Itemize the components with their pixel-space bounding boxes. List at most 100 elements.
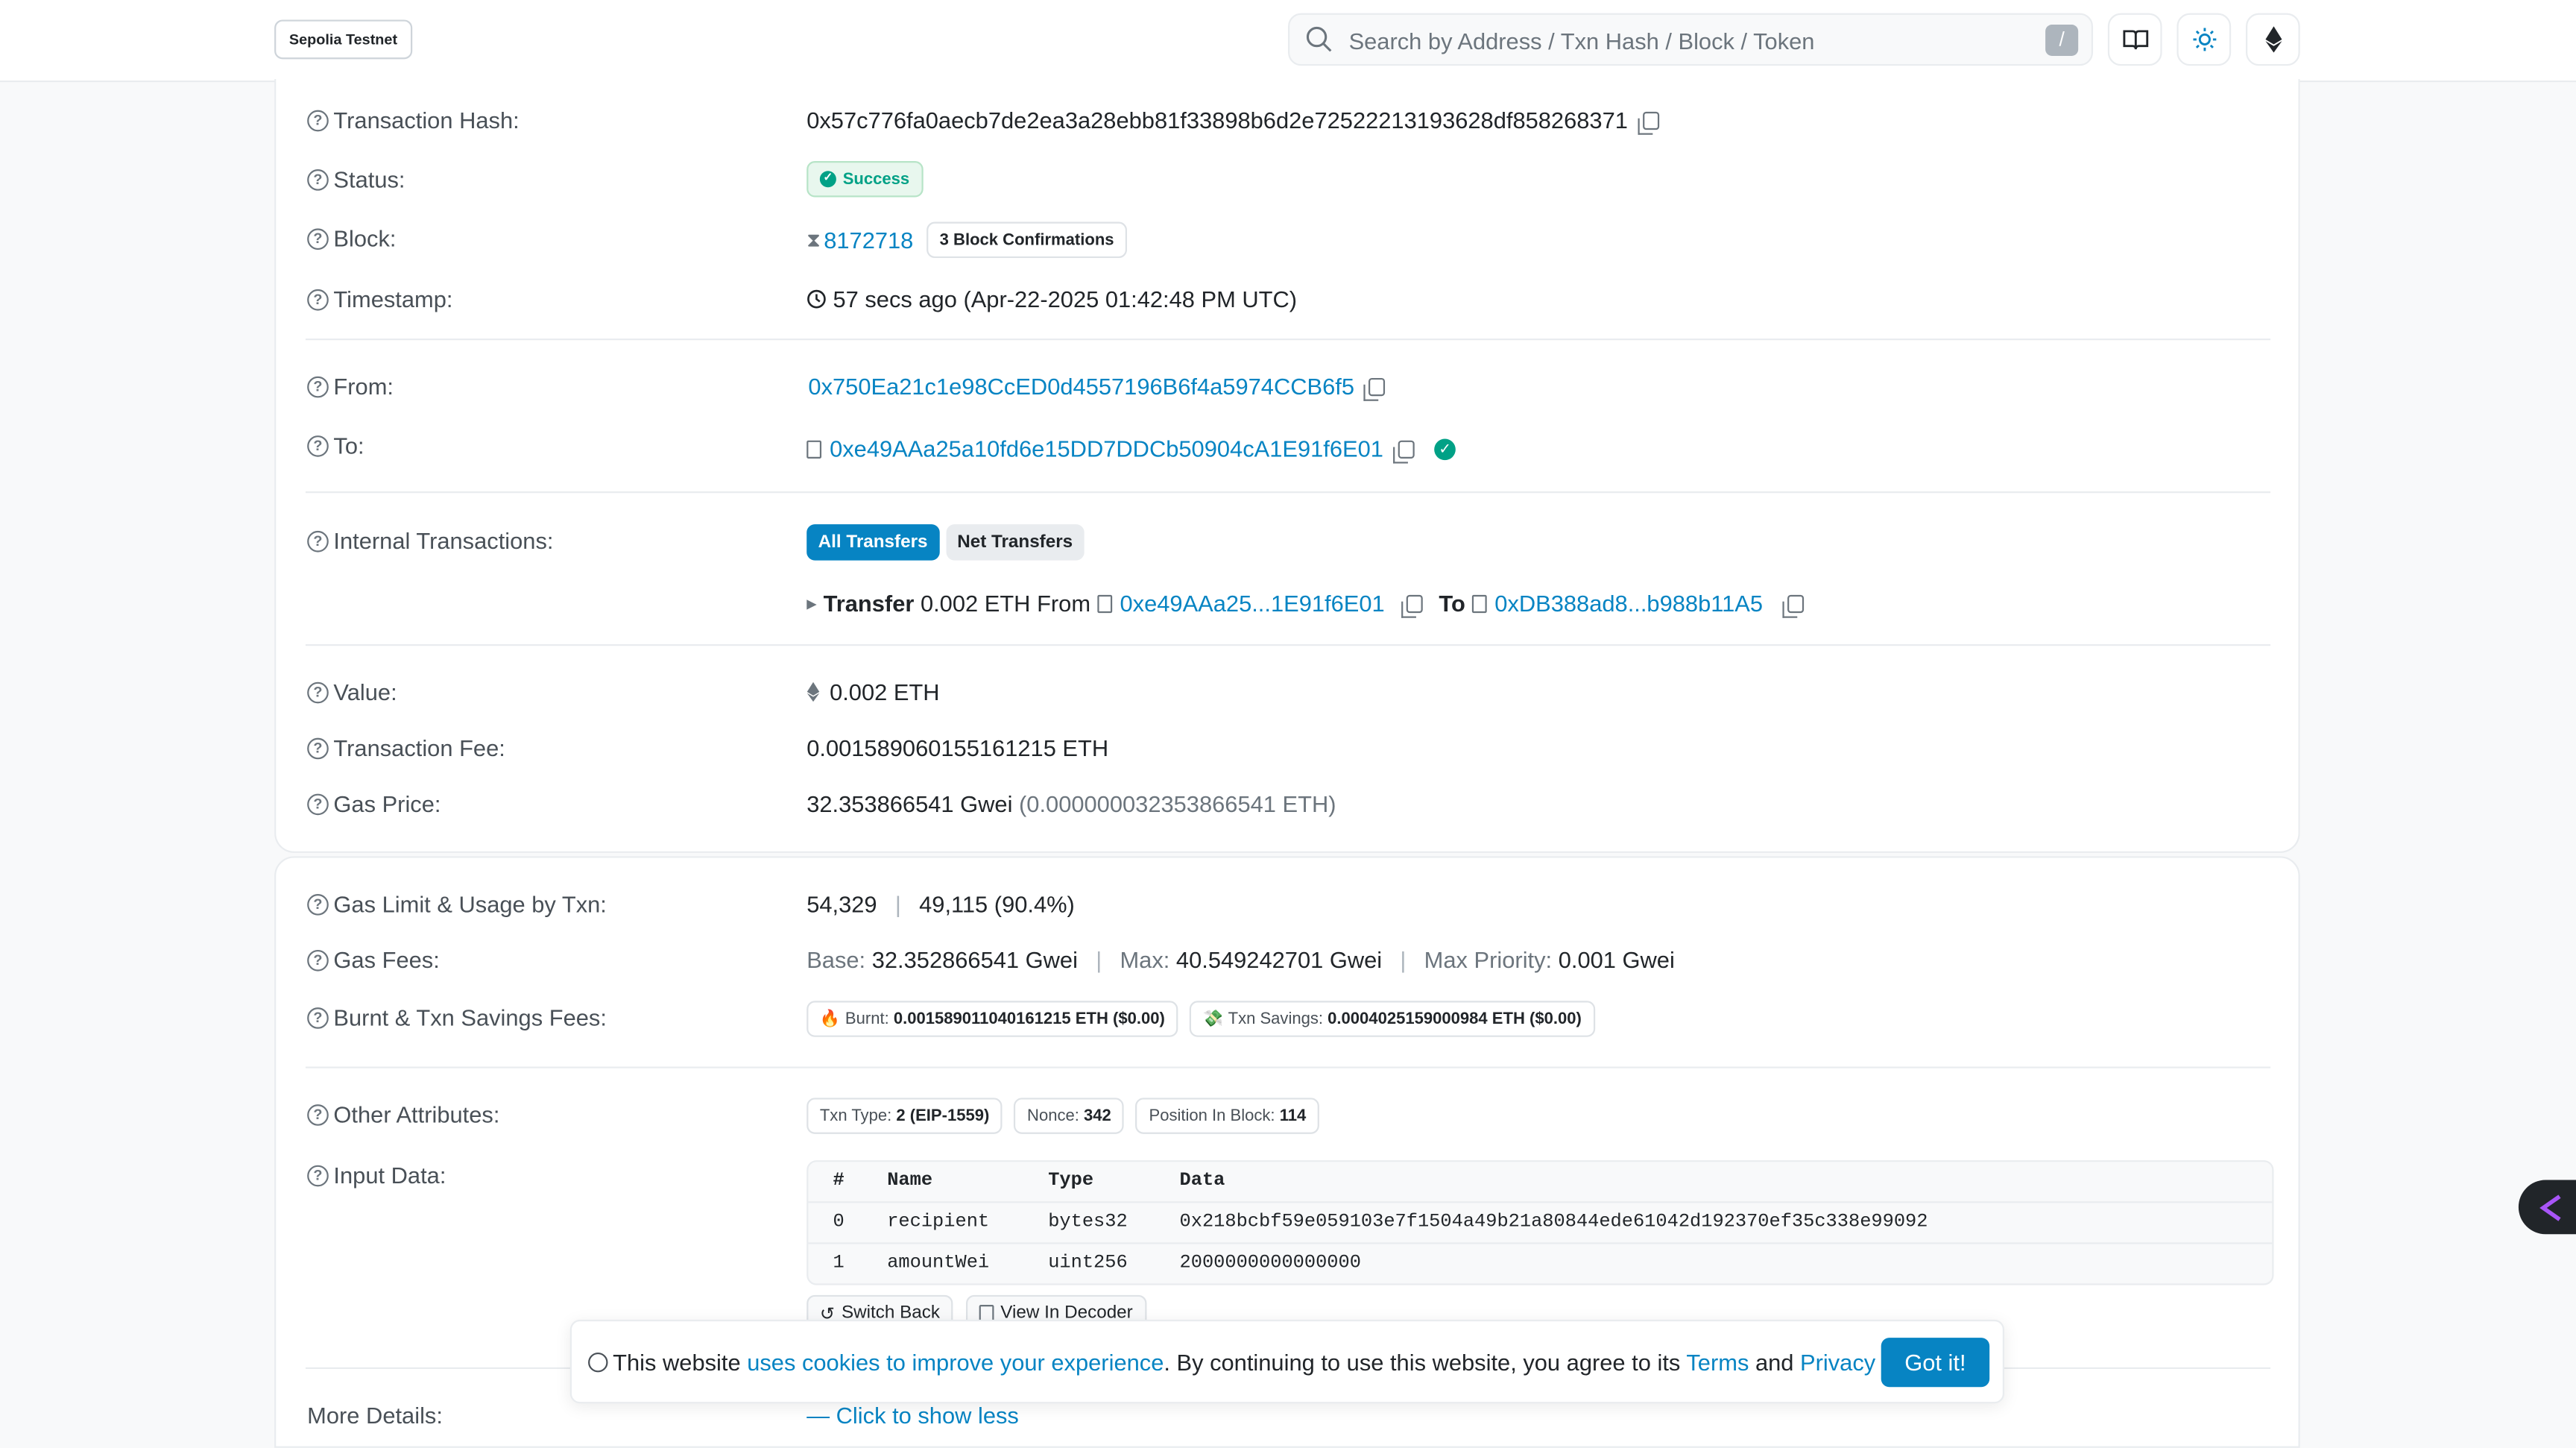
block-label: ? Block: (307, 225, 396, 251)
contract-icon (1471, 594, 1487, 613)
base-fee-key: Base: (806, 946, 866, 973)
ethereum-icon (2264, 26, 2282, 53)
docs-button[interactable] (2107, 13, 2162, 66)
transfer-amount: 0.002 ETH (920, 590, 1031, 617)
timestamp-label: ? Timestamp: (307, 286, 452, 312)
floating-side-button[interactable] (2518, 1180, 2576, 1235)
contract-icon (1096, 594, 1112, 613)
transfer-from-link[interactable]: 0xe49AAa25...1E91f6E01 (1120, 590, 1385, 616)
nonce-badge: Nonce: 342 (1014, 1098, 1125, 1134)
help-icon: ? (307, 168, 329, 190)
check-circle-icon: ✓ (819, 171, 836, 188)
search-box[interactable]: / (1288, 13, 2094, 66)
sun-icon (2192, 28, 2216, 51)
help-icon: ? (307, 737, 329, 759)
copy-icon[interactable] (1364, 377, 1386, 400)
block-link[interactable]: 8172718 (824, 227, 913, 253)
tab-net-transfers[interactable]: Net Transfers (945, 524, 1085, 561)
separator: | (894, 890, 901, 917)
show-less-link[interactable]: — Click to show less (806, 1402, 1019, 1428)
search-shortcut-key: / (2045, 25, 2079, 56)
help-icon: ? (307, 1164, 329, 1186)
copy-icon[interactable] (1782, 594, 1805, 617)
got-it-button[interactable]: Got it! (1881, 1338, 1990, 1388)
network-switch-button[interactable] (2246, 13, 2300, 66)
tx-hash-value: 0x57c776fa0aecb7de2ea3a28ebb81f33898b6d2… (806, 107, 1628, 133)
top-bar: Sepolia Testnet / (0, 0, 2576, 83)
help-icon: ? (307, 893, 329, 915)
table-header: # Name Type Data (833, 1170, 1225, 1192)
flame-icon: 🔥 (819, 1010, 841, 1028)
priority-fee-value: 0.001 Gwei (1558, 946, 1675, 973)
gas-limit-label: ? Gas Limit & Usage by Txn: (307, 891, 607, 917)
transfer-prefix: Transfer (823, 590, 915, 617)
caret-right-icon[interactable]: ▶ (806, 596, 817, 611)
hourglass-icon: ⧗ (806, 227, 821, 251)
cookie-banner: This website uses cookies to improve you… (569, 1319, 2005, 1404)
timestamp-value: 57 secs ago (Apr-22-2025 01:42:48 PM UTC… (833, 286, 1298, 312)
gas-fees-label: ? Gas Fees: (307, 947, 440, 973)
to-address-link[interactable]: 0xe49AAa25a10fd6e15DD7DDCb50904cA1E91f6E… (830, 435, 1383, 462)
cookie-policy-link[interactable]: uses cookies to improve your experience (747, 1350, 1164, 1376)
search-icon (1306, 26, 1332, 52)
gas-limit-value: 54,329 (806, 890, 877, 917)
help-icon: ? (307, 109, 329, 131)
fee-value: 0.001589060155161215 ETH (806, 734, 1109, 761)
cookie-icon (588, 1352, 608, 1373)
contract-icon (806, 439, 822, 458)
savings-badge: 💸 Txn Savings: 0.0004025159000984 ETH ($0… (1189, 1001, 1595, 1037)
copy-icon[interactable] (1638, 110, 1659, 134)
search-input[interactable] (1345, 22, 2010, 60)
gas-used-value: 49,115 (90.4%) (919, 890, 1075, 917)
status-badge: ✓ Success (806, 161, 923, 198)
page: Sepolia Testnet / ?Transaction Hash: 0x5… (0, 0, 2576, 1448)
gas-price-label: ? Gas Price: (307, 790, 441, 816)
ethereum-icon (806, 681, 820, 702)
book-icon (2122, 30, 2148, 50)
verified-icon: ✓ (1434, 438, 1456, 460)
transfer-from-word: From (1037, 590, 1091, 617)
fee-label: ? Transaction Fee: (307, 734, 505, 761)
divider (305, 339, 2271, 341)
help-icon: ? (307, 681, 329, 703)
from-label: ? From: (307, 373, 394, 400)
transfer-to-link[interactable]: 0xDB388ad8...b988b11A5 (1494, 590, 1763, 616)
copy-icon[interactable] (1401, 594, 1423, 617)
separator: | (1096, 946, 1102, 973)
other-attributes-label: ? Other Attributes: (307, 1101, 499, 1127)
help-icon: ? (307, 529, 329, 552)
help-icon: ? (307, 1007, 329, 1028)
cookie-text: This website uses cookies to improve you… (613, 1349, 1948, 1376)
from-address-link[interactable]: 0x750Ea21c1e98CcED0d4557196B6f4a5974CCB6… (808, 373, 1354, 399)
tx-hash-label: ? Transaction Hash: (307, 107, 520, 133)
theme-toggle-button[interactable] (2176, 13, 2232, 66)
terms-link[interactable]: Terms (1686, 1350, 1749, 1376)
help-icon: ? (307, 227, 329, 249)
input-data-label: ? Input Data: (307, 1162, 446, 1189)
tab-all-transfers[interactable]: All Transfers (806, 524, 939, 561)
gas-price-value: 32.353866541 Gwei (806, 790, 1013, 817)
burnt-label: ? Burnt & Txn Savings Fees: (307, 1004, 607, 1030)
table-row: 0 recipient bytes32 0x218bcbf59e059103e7… (808, 1201, 2273, 1242)
network-badge: Sepolia Testnet (274, 19, 412, 60)
value-label: ? Value: (307, 679, 397, 705)
to-label: ? To: (307, 432, 364, 459)
confirmations-badge: 3 Block Confirmations (926, 221, 1128, 259)
copy-icon[interactable] (1393, 439, 1415, 463)
internal-tx-label: ? Internal Transactions: (307, 528, 553, 554)
divider (305, 1066, 2271, 1068)
money-icon: 💸 (1202, 1010, 1223, 1028)
divider (305, 491, 2271, 494)
help-icon: ? (307, 1104, 329, 1125)
position-badge: Position In Block: 114 (1135, 1098, 1319, 1134)
table-row: 1 amountWei uint256 2000000000000000 (808, 1242, 2273, 1283)
transfer-to-word: To (1439, 590, 1465, 617)
more-details-label: More Details: (307, 1402, 443, 1429)
max-fee-key: Max: (1120, 946, 1170, 973)
help-icon: ? (307, 375, 329, 397)
txn-type-badge: Txn Type: 2 (EIP-1559) (806, 1098, 1003, 1134)
divider (305, 644, 2271, 646)
priority-fee-key: Max Priority: (1424, 946, 1553, 973)
value-amount: 0.002 ETH (830, 679, 940, 705)
help-icon: ? (307, 948, 329, 971)
